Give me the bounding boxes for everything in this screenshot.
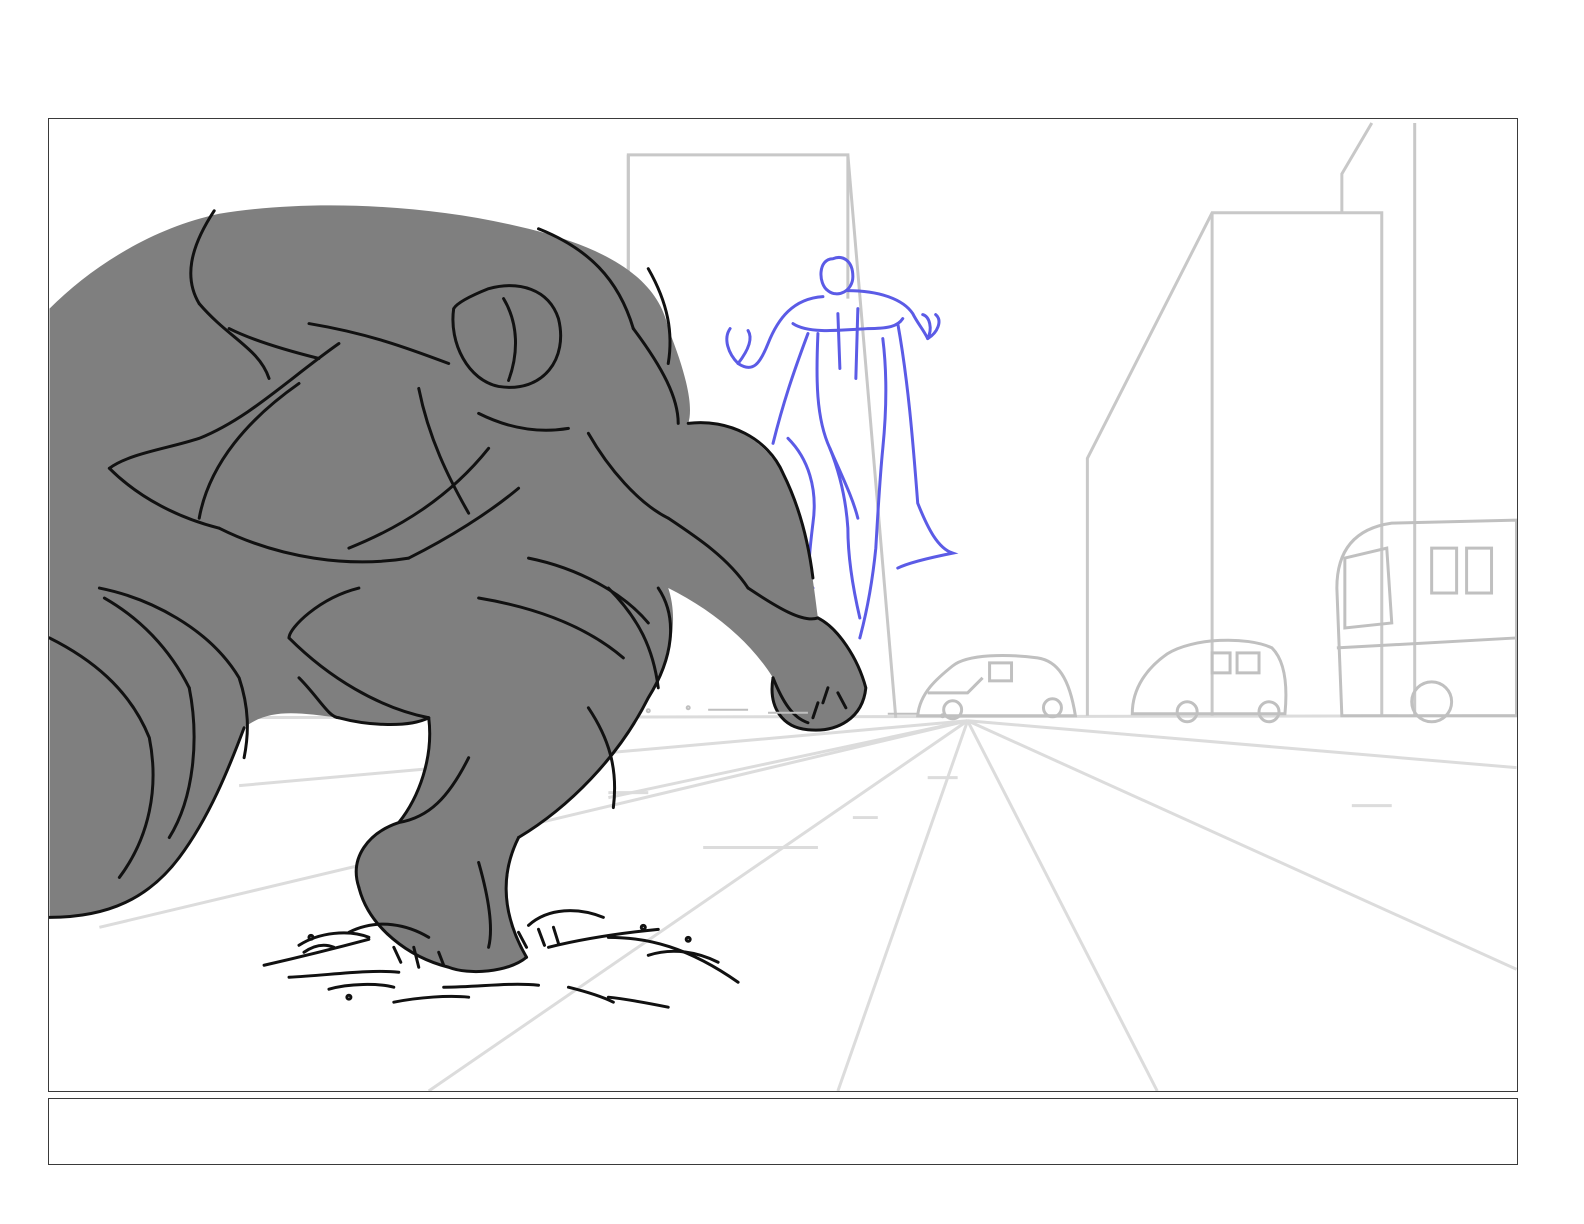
crouching-brute-figure [49, 205, 866, 972]
bus-sketch-right [1335, 518, 1517, 724]
storyboard-panel [48, 118, 1518, 1092]
storyboard-sheet [0, 0, 1584, 1224]
panel-illustration [49, 122, 1517, 1091]
panel-caption-box [48, 1098, 1518, 1165]
car-sketch-middle [1130, 638, 1288, 724]
perspective-lines [49, 714, 1517, 1091]
car-sketch-left [916, 654, 1078, 721]
